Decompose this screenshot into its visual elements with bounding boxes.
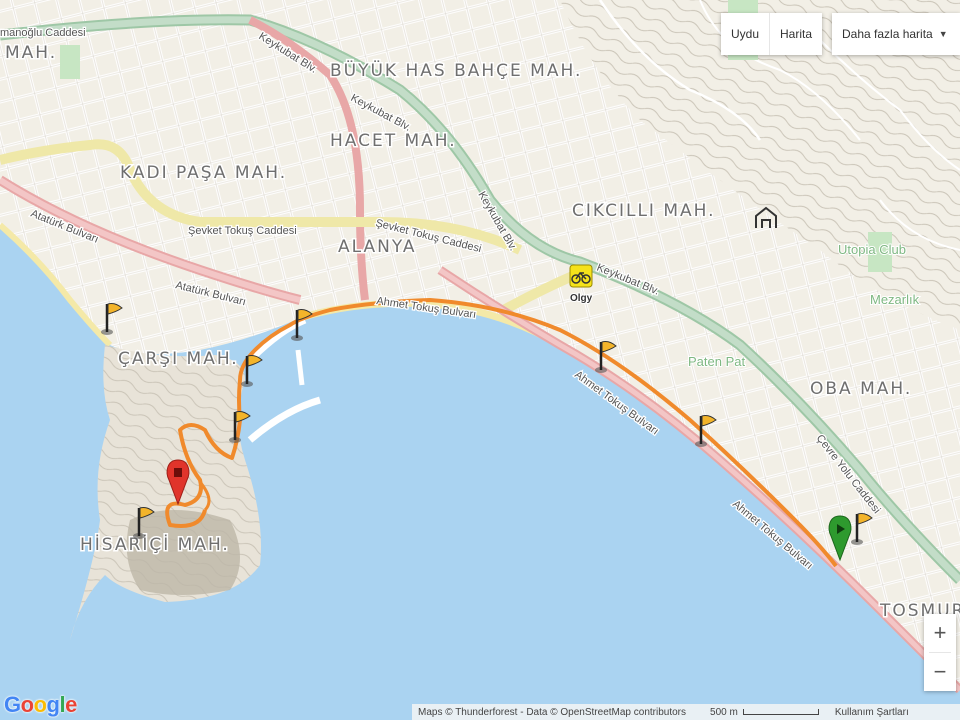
district-label: HİSARİÇİ MAH. [80, 534, 230, 555]
scale-bar [742, 709, 819, 715]
district-label: OBA MAH. [810, 379, 912, 399]
zoom-control: + − [924, 614, 956, 691]
scale-indicator[interactable]: 500 m [692, 707, 827, 718]
district-label: MAH. [5, 43, 57, 63]
district-label: ÇARŞI MAH. [118, 349, 239, 369]
poi-label: Mezarlık [870, 292, 920, 307]
more-maps-control: Daha fazla harita ▼ [832, 13, 960, 55]
district-label: CIKCILLI MAH. [572, 201, 716, 221]
map-footer: Maps © Thunderforest - Data © OpenStreet… [412, 704, 960, 720]
zoom-out-button[interactable]: − [924, 653, 956, 691]
more-maps-label: Daha fazla harita [842, 27, 933, 41]
logo-letter: g [46, 692, 60, 717]
attribution-text[interactable]: Maps © Thunderforest - Data © OpenStreet… [412, 707, 692, 718]
satellite-button[interactable]: Uydu [721, 13, 769, 55]
map-type-control: Uydu Harita [721, 13, 823, 55]
bike-station-label: Olgy [570, 293, 593, 304]
logo-letter: o [33, 692, 47, 717]
street-label: Şevket Tokuş Caddesi [188, 225, 297, 237]
google-logo[interactable]: Google [4, 692, 77, 718]
chevron-down-icon: ▼ [938, 29, 948, 39]
bike-station[interactable]: Olgy [569, 264, 594, 305]
logo-letter: G [4, 692, 21, 717]
district-label: BÜYÜK HAS BAHÇE MAH. [330, 59, 582, 81]
district-label: HACET MAH. [330, 131, 457, 151]
poi-label: Paten Pat [688, 354, 745, 369]
street-label: manoğlu Caddesi [0, 27, 86, 39]
terms-link[interactable]: Kullanım Şartları [827, 707, 913, 718]
poi-label: Utopia Club [838, 242, 906, 257]
district-label: KADI PAŞA MAH. [120, 163, 287, 183]
scale-label: 500 m [710, 706, 738, 718]
district-label: ALANYA [338, 237, 417, 257]
map-canvas[interactable]: MAH. BÜYÜK HAS BAHÇE MAH. HACET MAH. KAD… [0, 0, 960, 720]
zoom-in-button[interactable]: + [924, 614, 956, 652]
logo-letter: e [65, 692, 77, 717]
map-button[interactable]: Harita [769, 13, 822, 55]
more-maps-dropdown[interactable]: Daha fazla harita ▼ [832, 13, 958, 55]
logo-letter: o [20, 692, 34, 717]
